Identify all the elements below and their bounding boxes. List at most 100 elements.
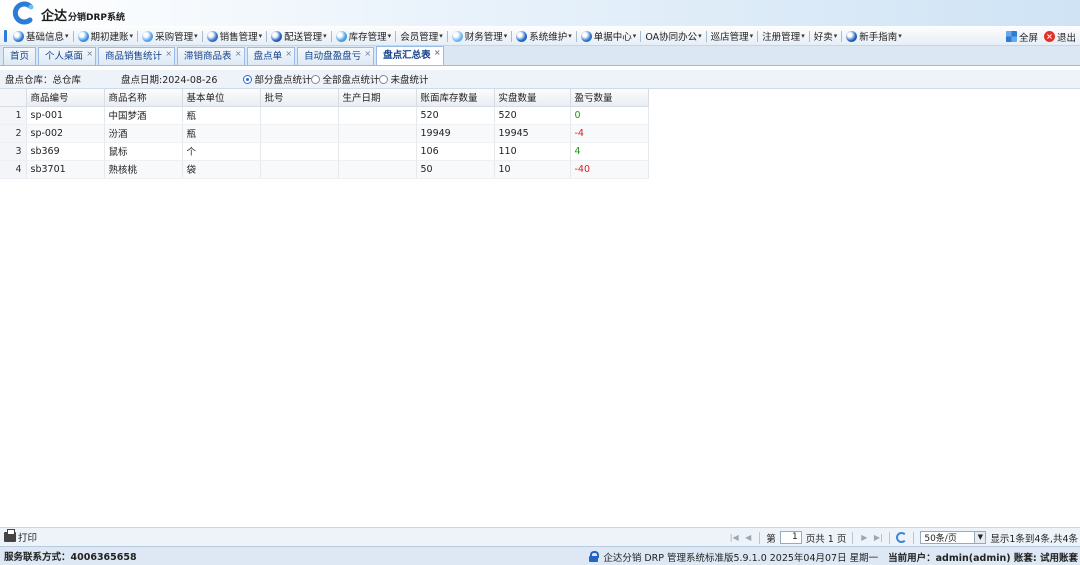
page-size-value: 50条/页 bbox=[924, 534, 957, 544]
tab-3[interactable]: 滞销商品表 × bbox=[177, 47, 245, 65]
tab-bar: 首页 个人桌面 × 商品销售统计 × 滞销商品表 × 盘点单 × 自动盘盈盘亏 × 盘点汇总表 × bbox=[0, 46, 1080, 66]
menu-item-1[interactable]: 期初建账 ▾ bbox=[74, 27, 138, 46]
menu-item-0[interactable]: 基础信息 ▾ bbox=[9, 27, 73, 46]
page-number-input[interactable]: 1 bbox=[779, 531, 802, 544]
cell-unit: 袋 bbox=[182, 160, 261, 179]
cell-date bbox=[338, 160, 417, 179]
app-header: 企达分销DRP系统 bbox=[0, 0, 1080, 26]
guide-icon bbox=[846, 30, 858, 42]
radio-option-1[interactable]: 全部盘点统计 bbox=[311, 72, 379, 86]
column-header[interactable]: 实盘数量 bbox=[494, 89, 571, 107]
document-icon bbox=[580, 30, 592, 42]
exit-label: 退出 bbox=[1056, 32, 1076, 44]
menu-item-11[interactable]: 巡店管理 ▾ bbox=[707, 27, 758, 46]
cell-diff: 4 bbox=[570, 142, 649, 161]
row-number: 1 bbox=[0, 106, 27, 125]
column-header[interactable]: 商品编号 bbox=[26, 89, 105, 107]
radio-option-0[interactable]: 部分盘点统计 bbox=[243, 72, 311, 86]
close-icon[interactable]: × bbox=[364, 45, 371, 62]
refresh-icon[interactable] bbox=[896, 532, 908, 543]
tab-4[interactable]: 盘点单 × bbox=[246, 45, 296, 65]
menu-item-12[interactable]: 注册管理 ▾ bbox=[758, 27, 809, 46]
chevron-down-icon: ▾ bbox=[65, 32, 69, 40]
fullscreen-button[interactable]: 全屏 bbox=[1005, 30, 1038, 44]
tab-1[interactable]: 个人桌面 × bbox=[38, 45, 97, 65]
menu-item-2[interactable]: 采购管理 ▾ bbox=[138, 27, 202, 46]
menu-item-label: 注册管理 bbox=[762, 32, 801, 43]
menu-item-13[interactable]: 好卖 ▾ bbox=[810, 27, 842, 46]
contact-info: 服务联系方式：4006365658 bbox=[4, 552, 137, 563]
table-row[interactable]: 4 sb3701 熟核桃袋 50 10 -40 bbox=[0, 160, 649, 179]
chevron-down-icon: ▾ bbox=[898, 32, 902, 40]
cell-diff: -40 bbox=[570, 160, 649, 179]
tab-2[interactable]: 商品销售统计 × bbox=[98, 45, 176, 65]
menu-item-label: 期初建账 bbox=[90, 32, 129, 43]
column-header[interactable]: 生产日期 bbox=[338, 89, 417, 107]
main-menu-bar: 基础信息 ▾ 期初建账 ▾ 采购管理 ▾ 销售管理 ▾ 配送管理 ▾ 库存管理 ▾ 会员管理 ▾ 财务管理 ▾… bbox=[0, 27, 1080, 46]
cell-unit: 瓶 bbox=[182, 124, 261, 143]
tab-0[interactable]: 首页 bbox=[3, 47, 37, 65]
table-row[interactable]: 1 sp-001 中国梦酒瓶 520 520 0 bbox=[0, 106, 649, 125]
bottom-toolbar: 打印 |◀ ◀ 第 1 页共 1 页 ▶ ▶| 50条/页 ▼ 显示1条到4条,… bbox=[0, 527, 1080, 546]
cell-unit: 个 bbox=[182, 142, 261, 161]
table-row[interactable]: 3 sb369 鼠标个 106 110 4 bbox=[0, 142, 649, 161]
menu-item-4[interactable]: 配送管理 ▾ bbox=[267, 27, 331, 46]
tab-label: 首页 bbox=[10, 51, 30, 62]
tab-label: 个人桌面 bbox=[45, 51, 84, 62]
last-page-icon[interactable]: ▶| bbox=[873, 533, 883, 542]
menu-item-6[interactable]: 会员管理 ▾ bbox=[396, 27, 447, 46]
close-icon[interactable]: × bbox=[434, 44, 441, 61]
menu-item-5[interactable]: 库存管理 ▾ bbox=[332, 27, 396, 46]
menu-item-14[interactable]: 新手指南 ▾ bbox=[842, 27, 906, 46]
tab-6[interactable]: 盘点汇总表 × bbox=[376, 46, 444, 65]
delivery-icon bbox=[271, 30, 283, 42]
column-header[interactable]: 盈亏数量 bbox=[570, 89, 649, 107]
page-prefix: 第 bbox=[766, 533, 776, 545]
page-size-select[interactable]: 50条/页 ▼ bbox=[920, 531, 987, 544]
menu-item-7[interactable]: 财务管理 ▾ bbox=[448, 27, 512, 46]
menu-item-label: 基础信息 bbox=[26, 32, 65, 43]
cell-actual: 110 bbox=[494, 142, 571, 161]
column-header[interactable]: 商品名称 bbox=[104, 89, 183, 107]
cell-code: sb3701 bbox=[26, 160, 105, 179]
menu-item-9[interactable]: 单据中心 ▾ bbox=[577, 27, 641, 46]
next-page-icon[interactable]: ▶ bbox=[859, 533, 869, 542]
close-icon[interactable]: × bbox=[165, 45, 172, 62]
table-row[interactable]: 2 sp-002 汾酒瓶 19949 19945 -4 bbox=[0, 124, 649, 143]
menu-item-label: 库存管理 bbox=[348, 32, 387, 43]
pager-divider bbox=[913, 531, 915, 544]
info-icon bbox=[13, 30, 24, 42]
menu-item-10[interactable]: OA协同办公 ▾ bbox=[641, 27, 705, 46]
menu-item-8[interactable]: 系统维护 ▾ bbox=[512, 27, 576, 46]
prev-page-icon[interactable]: ◀ bbox=[743, 533, 753, 542]
close-icon[interactable]: × bbox=[285, 45, 292, 62]
radio-icon bbox=[243, 74, 253, 84]
tab-5[interactable]: 自动盘盈盘亏 × bbox=[297, 45, 375, 65]
cell-actual: 19945 bbox=[494, 124, 571, 143]
summary-table: 商品编号 商品名称 基本单位 批号 生产日期 账面库存数量 实盘数量 盈亏数量 1 sp-001… bbox=[0, 89, 649, 179]
cell-date bbox=[338, 124, 417, 143]
cell-date bbox=[338, 142, 417, 161]
first-page-icon[interactable]: |◀ bbox=[729, 533, 739, 542]
row-number: 3 bbox=[0, 142, 27, 161]
menu-item-3[interactable]: 销售管理 ▾ bbox=[203, 27, 267, 46]
row-number-header bbox=[0, 89, 27, 107]
print-button[interactable]: 打印 bbox=[4, 529, 37, 544]
cell-unit: 瓶 bbox=[182, 106, 261, 125]
row-number: 4 bbox=[0, 160, 27, 179]
version-info: 企达分销 DRP 管理系统标准版5.9.1.0 2025年04月07日 星期一 bbox=[603, 552, 879, 564]
menu-right-actions: 全屏 × 退出 bbox=[1005, 27, 1076, 46]
record-summary: 显示1条到4条,共4条 bbox=[990, 533, 1078, 545]
chevron-down-icon: ▾ bbox=[129, 32, 134, 40]
chevron-down-icon: ▾ bbox=[323, 32, 327, 40]
radio-icon bbox=[379, 74, 389, 84]
column-header[interactable]: 批号 bbox=[260, 89, 339, 107]
close-icon[interactable]: × bbox=[235, 45, 242, 62]
column-header[interactable]: 账面库存数量 bbox=[416, 89, 495, 107]
app-logo-text: 企达分销DRP系统 bbox=[41, 9, 126, 24]
exit-button[interactable]: × 退出 bbox=[1043, 30, 1076, 44]
close-icon[interactable]: × bbox=[86, 45, 93, 62]
column-header[interactable]: 基本单位 bbox=[182, 89, 261, 107]
radio-option-2[interactable]: 未盘统计 bbox=[379, 72, 428, 86]
cell-name: 汾酒 bbox=[104, 124, 183, 143]
